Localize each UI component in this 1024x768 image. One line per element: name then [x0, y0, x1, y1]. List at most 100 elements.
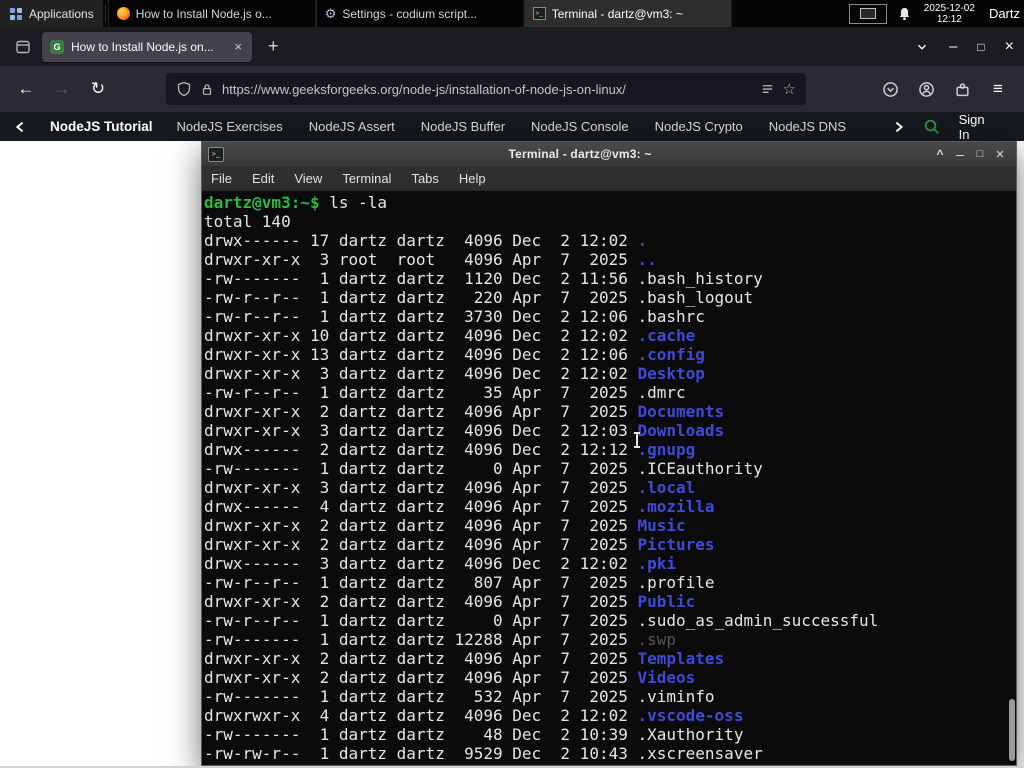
- nav-scroll-right-icon[interactable]: [893, 120, 905, 134]
- url-bar[interactable]: https://www.geeksforgeeks.org/node-js/in…: [166, 73, 806, 105]
- line-text: drwxr-xr-x 3 dartz dartz 4096 Dec 2 12:0…: [204, 364, 638, 383]
- line-text: -rw------- 1 dartz dartz 48 Dec 2 10:39: [204, 725, 638, 744]
- file-name: .mozilla: [637, 497, 715, 516]
- scrollbar-handle[interactable]: [1009, 699, 1015, 761]
- file-name: Public: [637, 592, 696, 611]
- taskbar-window-label: How to Install Node.js o...: [135, 6, 272, 21]
- search-icon[interactable]: [923, 118, 941, 136]
- file-name: Downloads: [637, 421, 725, 440]
- taskbar-window-button[interactable]: ⚙ Settings - codium script...: [315, 0, 524, 27]
- back-button[interactable]: ←: [10, 73, 42, 105]
- panel-user-label: Dartz: [988, 6, 1020, 21]
- terminal-menu-help[interactable]: Help: [449, 171, 496, 186]
- terminal-scrollbar[interactable]: [1007, 191, 1016, 765]
- account-icon[interactable]: [910, 73, 942, 105]
- reload-button[interactable]: ↻: [82, 73, 114, 105]
- site-nav-item[interactable]: NodeJS Crypto: [655, 119, 743, 134]
- sign-in-button[interactable]: Sign In: [959, 112, 994, 142]
- terminal-output-line: drwxr-xr-x 3 dartz dartz 4096 Dec 2 12:0…: [204, 421, 1016, 440]
- extensions-icon[interactable]: [946, 73, 978, 105]
- panel-spacer: [732, 0, 849, 27]
- line-text: -rw-r--r-- 1 dartz dartz 0 Apr 7 2025: [204, 611, 638, 630]
- file-name: .viminfo: [637, 687, 715, 706]
- terminal-output-line: drwx------ 4 dartz dartz 4096 Apr 7 2025…: [204, 497, 1016, 516]
- file-name: .sudo_as_admin_successful: [637, 611, 879, 630]
- terminal-output-line: -rw-r--r-- 1 dartz dartz 3730 Dec 2 12:0…: [204, 307, 1016, 326]
- line-text: drwxr-xr-x 2 dartz dartz 4096 Apr 7 2025: [204, 592, 638, 611]
- terminal-output-line: drwxr-xr-x 10 dartz dartz 4096 Dec 2 12:…: [204, 326, 1016, 345]
- lock-icon[interactable]: [200, 82, 214, 97]
- site-nav-current[interactable]: NodeJS Tutorial: [50, 119, 153, 134]
- desktop: Applications How to Install Node.js o...…: [0, 0, 1024, 768]
- line-text: drwxr-xr-x 2 dartz dartz 4096 Apr 7 2025: [204, 402, 638, 421]
- terminal-output-line: drwxr-xr-x 3 root root 4096 Apr 7 2025 .…: [204, 250, 1016, 269]
- terminal-menu-view[interactable]: View: [284, 171, 332, 186]
- site-nav-item[interactable]: NodeJS Console: [531, 119, 629, 134]
- file-name: .local: [637, 478, 696, 497]
- window-maximize-button[interactable]: □: [977, 40, 984, 54]
- terminal-output-line: drwxr-xr-x 2 dartz dartz 4096 Apr 7 2025…: [204, 535, 1016, 554]
- terminal-output-line: -rw-r--r-- 1 dartz dartz 0 Apr 7 2025 .s…: [204, 611, 1016, 630]
- file-name: Templates: [637, 649, 725, 668]
- tray-terminal-icon[interactable]: [848, 3, 887, 24]
- terminal-output-line: drwx------ 3 dartz dartz 4096 Dec 2 12:0…: [204, 554, 1016, 573]
- terminal-prompt: dartz@vm3:~$: [204, 193, 320, 212]
- clock-time: 12:12: [936, 13, 962, 25]
- file-name: Pictures: [637, 535, 715, 554]
- terminal-output-line: drwxr-xr-x 13 dartz dartz 4096 Dec 2 12:…: [204, 345, 1016, 364]
- terminal-menu-edit[interactable]: Edit: [242, 171, 284, 186]
- file-name: ..: [637, 250, 657, 269]
- window-minimize-button[interactable]: –: [949, 38, 957, 55]
- line-text: -rw-rw-r-- 1 dartz dartz 9529 Dec 2 10:4…: [204, 744, 638, 763]
- shield-icon[interactable]: [176, 81, 192, 97]
- terminal-output-line: -rw-rw-r-- 1 dartz dartz 9529 Dec 2 10:4…: [204, 744, 1016, 763]
- new-tab-button[interactable]: +: [264, 36, 283, 57]
- line-text: -rw------- 1 dartz dartz 0 Apr 7 2025: [204, 459, 638, 478]
- file-name: .ICEauthority: [637, 459, 763, 478]
- terminal-maximize-button[interactable]: □: [970, 148, 990, 160]
- terminal-close-button[interactable]: ×: [990, 146, 1010, 163]
- terminal-output-line: -rw------- 1 dartz dartz 12288 Apr 7 202…: [204, 630, 1016, 649]
- terminal-output-line: drwxr-xr-x 3 dartz dartz 4096 Dec 2 12:0…: [204, 364, 1016, 383]
- file-name: .bash_logout: [637, 288, 754, 307]
- site-nav-item[interactable]: NodeJS Buffer: [421, 119, 505, 134]
- file-name: .config: [637, 345, 705, 364]
- site-nav-item[interactable]: NodeJS Exercises: [177, 119, 283, 134]
- window-close-button[interactable]: ×: [1005, 38, 1014, 56]
- terminal-output-line: -rw-r--r-- 1 dartz dartz 35 Apr 7 2025 .…: [204, 383, 1016, 402]
- tab-close-icon[interactable]: ×: [232, 39, 244, 54]
- reader-mode-icon[interactable]: [760, 82, 775, 97]
- browser-tab[interactable]: G How to Install Node.js on... ×: [42, 31, 252, 62]
- taskbar-window-button[interactable]: >_ Terminal - dartz@vm3: ~: [523, 0, 732, 27]
- terminal-menubar: File Edit View Terminal Tabs Help: [202, 166, 1016, 191]
- site-nav-item[interactable]: NodeJS Assert: [309, 119, 395, 134]
- terminal-screen[interactable]: dartz@vm3:~$ ls -la total 140 drwx------ 1…: [202, 191, 1016, 765]
- terminal-menu-terminal[interactable]: Terminal: [332, 171, 401, 186]
- notification-bell-icon[interactable]: [897, 6, 912, 22]
- terminal-shade-button[interactable]: ^: [930, 147, 950, 161]
- menu-icon[interactable]: ≡: [982, 73, 1014, 105]
- taskbar-window-button[interactable]: How to Install Node.js o...: [107, 0, 316, 27]
- terminal-menu-file[interactable]: File: [202, 171, 242, 186]
- settings-icon: ⚙: [324, 6, 337, 21]
- line-text: -rw-r--r-- 1 dartz dartz 807 Apr 7 2025: [204, 573, 638, 592]
- terminal-menu-tabs[interactable]: Tabs: [401, 171, 448, 186]
- terminal-output-line: drwxr-xr-x 2 dartz dartz 4096 Apr 7 2025…: [204, 516, 1016, 535]
- terminal-titlebar[interactable]: >_ Terminal - dartz@vm3: ~ ^ – □ ×: [202, 142, 1016, 166]
- file-name: .swp: [637, 630, 677, 649]
- terminal-output-line: -rw------- 1 dartz dartz 1120 Dec 2 11:5…: [204, 269, 1016, 288]
- firefox-view-icon[interactable]: [14, 39, 32, 55]
- site-nav-item[interactable]: NodeJS DNS: [769, 119, 846, 134]
- pocket-icon[interactable]: [874, 73, 906, 105]
- terminal-output-line: -rw------- 1 dartz dartz 48 Dec 2 10:39 …: [204, 725, 1016, 744]
- panel-clock[interactable]: 2025-12-02 12:12: [924, 3, 975, 25]
- bookmark-star-icon[interactable]: ☆: [783, 80, 796, 98]
- terminal-minimize-button[interactable]: –: [950, 146, 970, 162]
- nav-scroll-left-icon[interactable]: [14, 120, 26, 134]
- clock-date: 2025-12-02: [923, 2, 975, 14]
- applications-menu-button[interactable]: Applications: [0, 0, 103, 27]
- list-tabs-icon[interactable]: [915, 40, 929, 54]
- file-name: .bashrc: [637, 307, 705, 326]
- forward-button[interactable]: →: [46, 73, 78, 105]
- terminal-output-line: drwxr-xr-x 3 dartz dartz 4096 Apr 7 2025…: [204, 478, 1016, 497]
